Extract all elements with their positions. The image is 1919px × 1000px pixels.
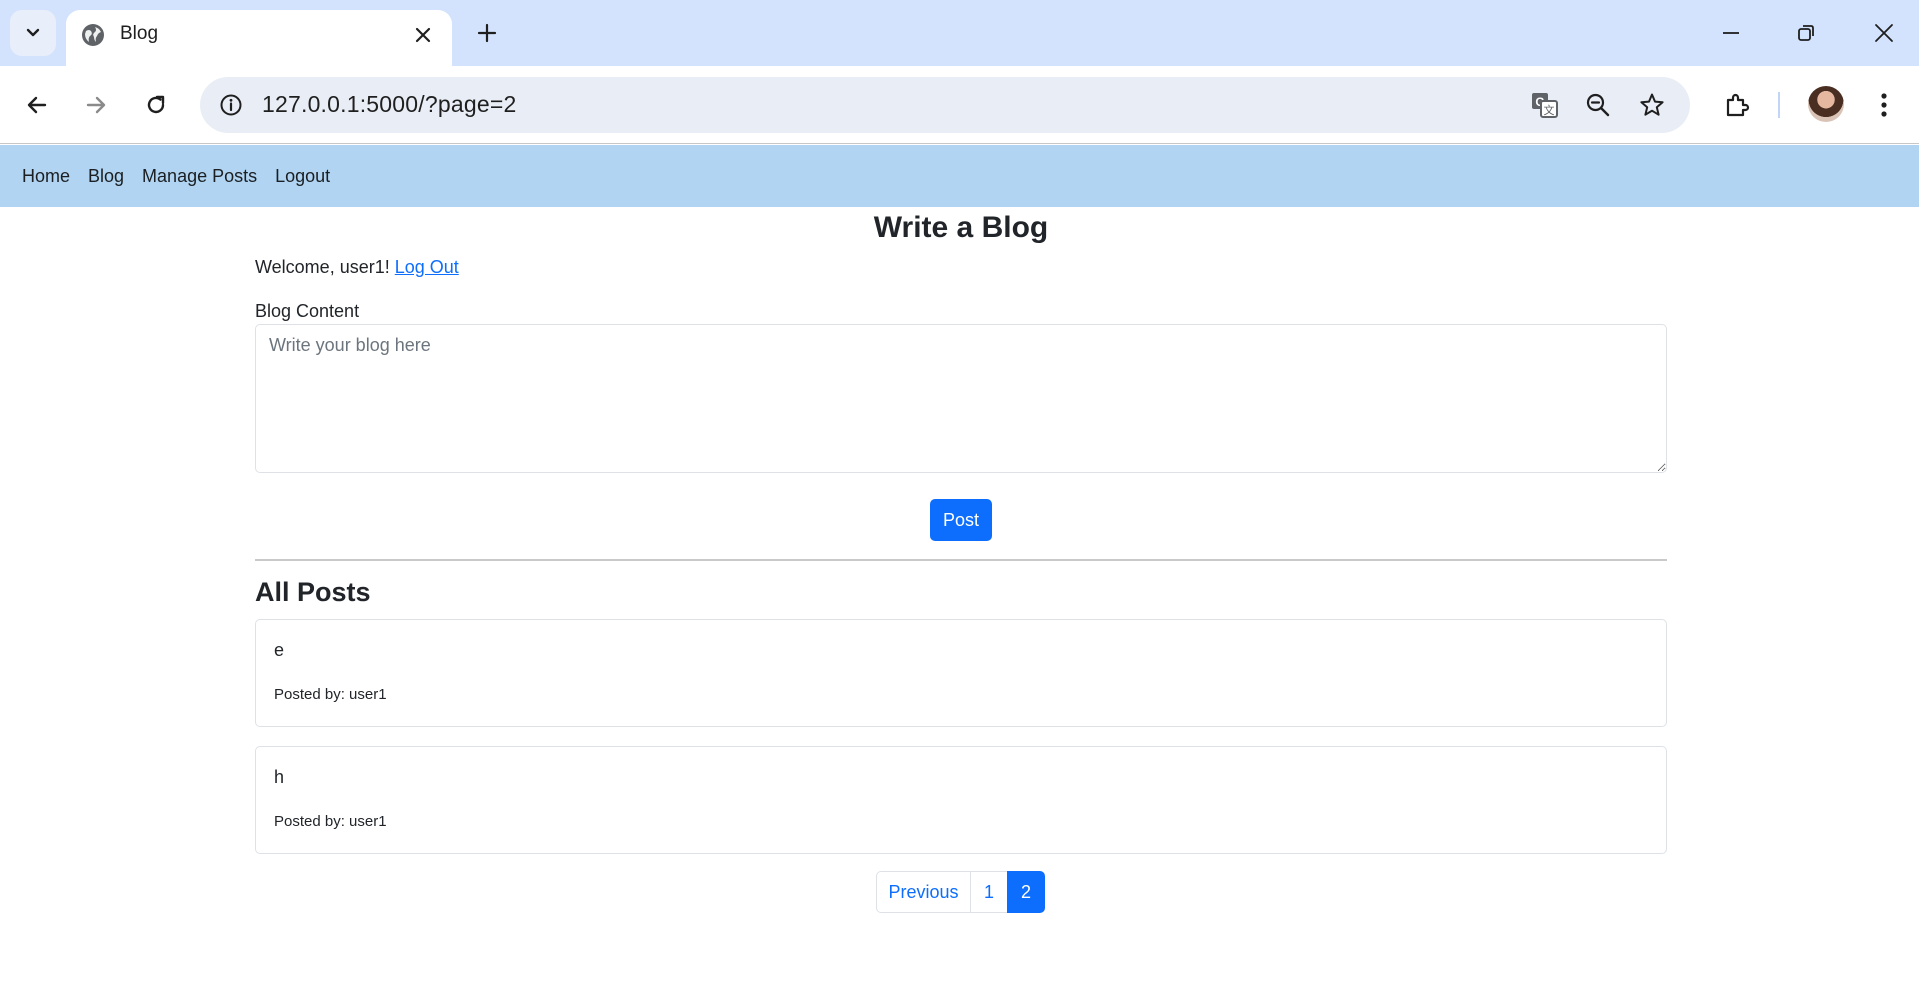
nav-link-blog[interactable]: Blog — [88, 166, 124, 187]
all-posts-heading: All Posts — [255, 577, 371, 607]
site-info-button[interactable] — [212, 86, 250, 124]
translate-icon: G文 — [1532, 93, 1558, 118]
minimize-icon — [1723, 32, 1739, 34]
window-close-icon — [1875, 24, 1893, 42]
address-bar[interactable]: 127.0.0.1:5000/?page=2 G文 — [200, 77, 1690, 133]
pagination-page-2[interactable]: 2 — [1007, 871, 1045, 913]
post-card: h Posted by: user1 — [255, 746, 1667, 854]
new-tab-button[interactable] — [470, 16, 504, 50]
restore-button[interactable] — [1778, 10, 1834, 56]
kebab-menu-icon — [1881, 93, 1887, 117]
welcome-text: Welcome, user1! — [255, 257, 390, 277]
post-author: Posted by: user1 — [274, 686, 387, 703]
extensions-icon — [1726, 93, 1750, 117]
translate-button[interactable]: G文 — [1526, 86, 1564, 124]
post-author: Posted by: user1 — [274, 813, 387, 830]
pagination: Previous 1 2 — [876, 871, 1045, 913]
reload-button[interactable] — [133, 82, 179, 128]
back-arrow-icon — [27, 96, 47, 114]
extensions-button[interactable] — [1714, 82, 1760, 128]
browser-toolbar: 127.0.0.1:5000/?page=2 G文 — [0, 66, 1919, 144]
bookmark-button[interactable] — [1633, 86, 1671, 124]
toolbar-divider — [1778, 92, 1780, 118]
welcome-message: Welcome, user1! Log Out — [255, 257, 459, 278]
window-close-button[interactable] — [1856, 10, 1912, 56]
profile-avatar[interactable] — [1808, 86, 1844, 122]
site-navbar: Home Blog Manage Posts Logout — [0, 145, 1919, 207]
blog-content-textarea[interactable] — [255, 324, 1667, 473]
page-title: Write a Blog — [873, 211, 1049, 244]
nav-link-home[interactable]: Home — [22, 166, 70, 187]
reload-icon — [147, 95, 165, 114]
forward-button[interactable] — [73, 82, 119, 128]
nav-link-manage-posts[interactable]: Manage Posts — [142, 166, 257, 187]
zoom-button[interactable] — [1579, 86, 1617, 124]
tab-search-button[interactable] — [10, 10, 56, 56]
back-button[interactable] — [14, 82, 60, 128]
nav-link-logout[interactable]: Logout — [275, 166, 330, 187]
pagination-previous[interactable]: Previous — [876, 871, 971, 913]
globe-icon — [82, 24, 104, 46]
browser-menu-button[interactable] — [1861, 82, 1907, 128]
tab-close-button[interactable] — [408, 20, 438, 50]
zoom-out-icon — [1586, 93, 1610, 117]
tab-title: Blog — [120, 23, 159, 44]
star-icon — [1640, 93, 1664, 116]
post-content: h — [274, 767, 285, 787]
pagination-page-1[interactable]: 1 — [970, 871, 1008, 913]
url-text[interactable]: 127.0.0.1:5000/?page=2 — [262, 91, 516, 118]
blog-content-label: Blog Content — [255, 301, 360, 321]
section-divider — [255, 559, 1667, 561]
plus-icon — [477, 23, 497, 43]
info-icon — [220, 94, 242, 116]
close-icon — [415, 27, 431, 43]
post-card: e Posted by: user1 — [255, 619, 1667, 727]
forward-arrow-icon — [86, 96, 106, 114]
logout-link[interactable]: Log Out — [395, 257, 459, 277]
post-button[interactable]: Post — [930, 499, 992, 541]
minimize-button[interactable] — [1703, 10, 1759, 56]
post-content: e — [274, 640, 285, 660]
tab-search-icon — [26, 28, 40, 37]
svg-text:文: 文 — [1544, 103, 1555, 117]
tab-strip: Blog — [0, 0, 1919, 66]
restore-icon — [1798, 25, 1814, 41]
browser-tab[interactable]: Blog — [66, 10, 452, 66]
